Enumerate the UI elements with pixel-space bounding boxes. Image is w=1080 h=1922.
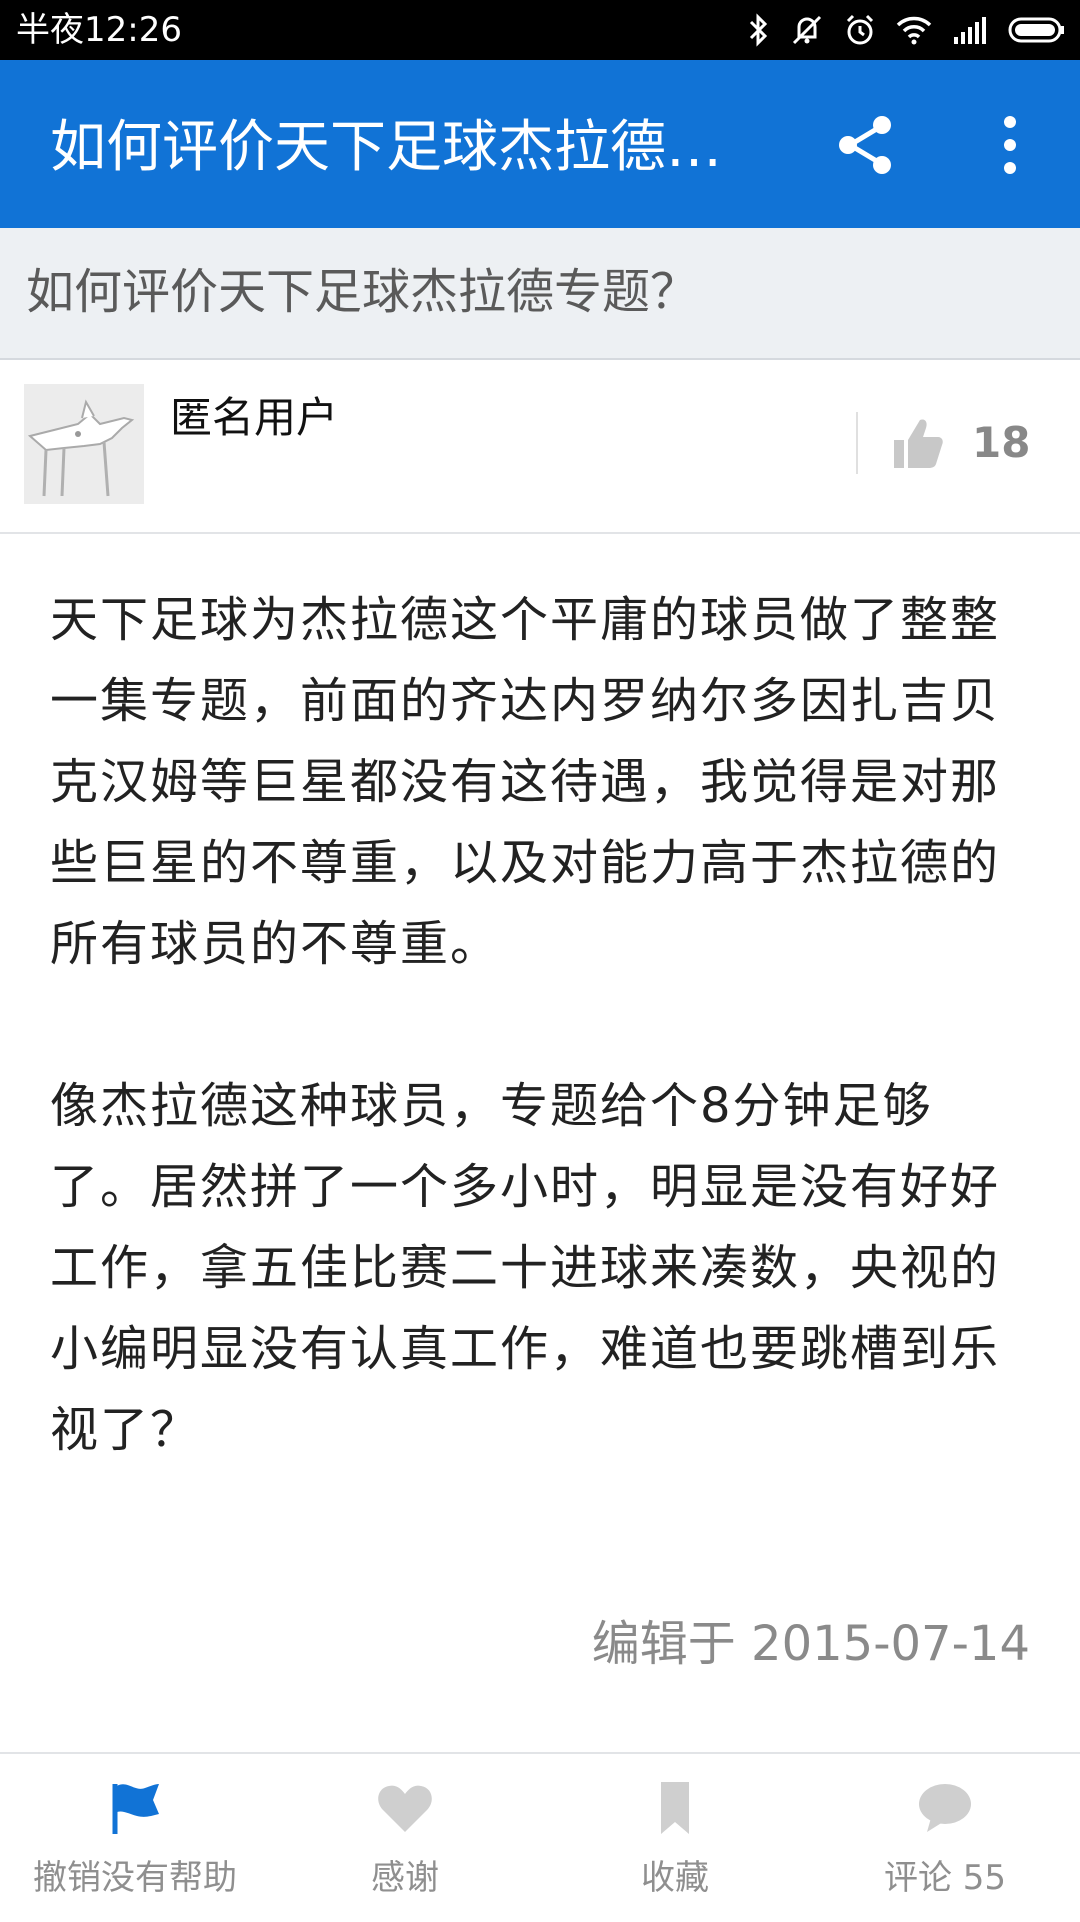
- status-bar: 半夜12:26: [0, 0, 1080, 60]
- battery-icon: [1008, 17, 1064, 43]
- thumbs-up-icon: [894, 419, 943, 468]
- author-name[interactable]: 匿名用户: [170, 392, 338, 444]
- flag-icon: [112, 1784, 159, 1834]
- favorite-button[interactable]: 收藏: [540, 1754, 810, 1922]
- signal-icon: [954, 17, 986, 44]
- heart-icon: [378, 1785, 432, 1832]
- bookmark-icon: [661, 1782, 689, 1834]
- bluetooth-icon: [749, 13, 768, 47]
- share-icon: [839, 116, 891, 174]
- question-title[interactable]: 如何评价天下足球杰拉德专题？: [26, 262, 698, 322]
- more-button[interactable]: [985, 110, 1035, 180]
- wifi-icon: [896, 16, 932, 45]
- tab-label: 评论 55: [883, 1858, 1007, 1898]
- question-bar[interactable]: 如何评价天下足球杰拉德专题？: [0, 228, 1080, 360]
- bottom-action-bar: 撤销没有帮助 感谢 收藏 评论 55: [0, 1752, 1080, 1922]
- thanks-button[interactable]: 感谢: [270, 1754, 540, 1922]
- app-bar-title: 如何评价天下足球杰拉德专题？: [50, 116, 750, 180]
- mute-vibrate-icon: [792, 15, 822, 45]
- alarm-icon: [846, 14, 874, 45]
- tab-label: 撤销没有帮助: [33, 1858, 237, 1898]
- share-button[interactable]: [830, 110, 900, 180]
- app-bar: 如何评价天下足球杰拉德专题？: [0, 60, 1080, 228]
- vote-count: 18: [972, 418, 1031, 467]
- author-row: 匿名用户 18: [0, 360, 1080, 534]
- tab-label: 感谢: [371, 1858, 439, 1898]
- comment-icon: [919, 1784, 971, 1832]
- answer-content: 天下足球为杰拉德这个平庸的球员做了整整一集专题，前面的齐达内罗纳尔多因扎吉贝克汉…: [50, 580, 1030, 1471]
- edited-date: 编辑于 2015-07-14: [591, 1616, 1030, 1672]
- answer-paragraph: 像杰拉德这种球员，专题给个8分钟足够了。居然拼了一个多小时，明显是没有好好工作，…: [50, 1078, 1001, 1458]
- anonymous-avatar-icon: [24, 384, 144, 504]
- comments-button[interactable]: 评论 55: [810, 1754, 1080, 1922]
- status-time: 半夜12:26: [16, 10, 182, 50]
- status-icons: [748, 8, 1066, 52]
- answer-paragraph: 天下足球为杰拉德这个平庸的球员做了整整一集专题，前面的齐达内罗纳尔多因扎吉贝克汉…: [50, 592, 1001, 972]
- more-icon: [1004, 116, 1016, 174]
- tab-label: 收藏: [641, 1858, 709, 1898]
- avatar[interactable]: [24, 384, 144, 504]
- vote-button[interactable]: 18: [856, 412, 1080, 474]
- not-helpful-undo-button[interactable]: 撤销没有帮助: [0, 1754, 270, 1922]
